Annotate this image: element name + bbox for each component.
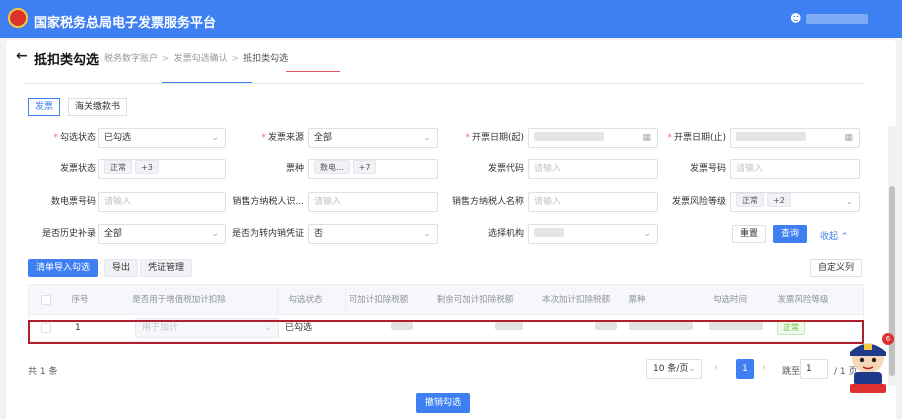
arrow-left-icon[interactable]: ← — [16, 48, 28, 64]
breadcrumb: 税务数字账户 > 发票勾选确认 > 抵扣类勾选 — [104, 54, 289, 64]
row-current-tax — [595, 315, 617, 341]
subtab-invoice[interactable]: 发票 — [28, 98, 61, 116]
history-supplement-label: 是否历史补录 — [41, 229, 96, 239]
e-invoice-number-input[interactable]: 请输入 — [98, 192, 226, 212]
e-invoice-number-label: 数电票号码 — [50, 197, 96, 207]
invoice-status-label: 发票状态 — [59, 164, 96, 174]
tab-active-underline — [162, 82, 252, 83]
revoke-check-button[interactable]: 撤销勾选 — [416, 393, 471, 413]
ticket-type-label: 票种 — [285, 164, 304, 174]
next-page-icon[interactable]: › — [762, 362, 766, 373]
issue-date-end-label: * 开票日期(止) — [667, 133, 726, 143]
invoice-code-label: 发票代码 — [487, 164, 524, 174]
history-supplement-select[interactable]: 全部 ⌄ — [98, 224, 226, 244]
tab-indicator — [286, 71, 340, 72]
page-title: 抵扣类勾选 — [34, 53, 100, 68]
col-header: 勾选时间 — [712, 295, 747, 305]
current-page[interactable]: 1 — [736, 359, 754, 379]
reset-button[interactable]: 重置 — [732, 225, 767, 243]
notification-badge: 6 — [882, 333, 894, 345]
calendar-icon: ▦ — [844, 133, 853, 143]
import-check-button[interactable]: 清单导入勾选 — [28, 259, 99, 277]
row-deductible-tax — [391, 315, 413, 341]
issue-date-start-picker[interactable]: ▦ — [528, 128, 658, 148]
transfer-voucher-label: 是否为转内销凭证 — [232, 229, 305, 239]
custom-columns-button[interactable]: 自定义列 — [810, 259, 863, 277]
query-button[interactable]: 查询 — [773, 225, 808, 243]
select-all-checkbox[interactable] — [41, 295, 51, 305]
section-tabs[interactable] — [24, 70, 864, 84]
org-label: 选择机构 — [487, 229, 524, 239]
row-remaining-tax — [495, 315, 523, 341]
user-name[interactable] — [806, 14, 868, 24]
col-header: 是否用于增值税加计扣除 — [132, 295, 226, 305]
goto-page-input[interactable]: 1 — [800, 359, 828, 379]
row-check-time — [709, 315, 763, 341]
ticket-type-select[interactable]: 数电... +7 — [308, 159, 438, 179]
seller-tax-id-input[interactable]: 请输入 — [308, 192, 438, 212]
breadcrumb-current: 抵扣类勾选 — [243, 54, 289, 64]
table-row[interactable]: 1 用于加计 ⌄ 已勾选 正常 — [29, 315, 863, 342]
goto-label: 跳至 — [782, 367, 801, 377]
user-icon[interactable]: ☻ — [790, 12, 801, 25]
table-header: 序号 是否用于增值税加计扣除 勾选状态 可加计扣除税额 剩余可加计扣除税额 本次… — [29, 285, 863, 315]
page-size-select[interactable]: 10 条/页 ⌄ — [646, 359, 702, 379]
row-ticket-type — [629, 315, 693, 341]
row-risk-level: 正常 — [777, 315, 805, 341]
tax-emblem-logo — [8, 8, 28, 28]
main-panel: ← 抵扣类勾选 税务数字账户 > 发票勾选确认 > 抵扣类勾选 发票 海关缴款书 * 勾选… — [6, 40, 896, 419]
org-select[interactable]: ⌄ — [528, 224, 658, 244]
row-index: 1 — [75, 323, 81, 333]
col-header: 可加计扣除税额 — [345, 285, 411, 315]
risk-level-select[interactable]: 正常 +2 ⌄ — [730, 192, 860, 212]
prev-page-icon[interactable]: ‹ — [714, 362, 718, 373]
invoice-number-label: 发票号码 — [689, 164, 726, 174]
row-checkbox[interactable] — [41, 323, 51, 333]
invoice-number-input[interactable]: 请输入 — [730, 159, 860, 179]
issue-date-end-picker[interactable]: ▦ — [730, 128, 860, 148]
check-status-select[interactable]: 已勾选 ⌄ — [98, 128, 226, 148]
col-header: 发票风险等级 — [777, 295, 829, 305]
breadcrumb-item[interactable]: 税务数字账户 — [104, 54, 158, 64]
breadcrumb-item[interactable]: 发票勾选确认 — [174, 54, 228, 64]
issue-date-start-label: * 开票日期(起) — [465, 133, 524, 143]
app-title: 国家税务总局电子发票服务平台 — [34, 16, 217, 31]
col-header: 剩余可加计扣除税额 — [436, 295, 514, 305]
invoice-status-select[interactable]: 正常 +3 — [98, 159, 226, 179]
export-button[interactable]: 导出 — [104, 259, 139, 277]
total-count: 共 1 条 — [28, 367, 58, 377]
seller-name-input[interactable]: 请输入 — [528, 192, 658, 212]
voucher-mgmt-button[interactable]: 凭证管理 — [140, 259, 193, 277]
col-header: 票种 — [628, 295, 646, 305]
chevron-up-icon: ⌃ — [840, 232, 849, 242]
invoice-source-label: * 发票来源 — [261, 133, 304, 143]
row-check-status: 已勾选 — [285, 323, 313, 333]
usage-select[interactable]: 用于加计 ⌄ — [135, 318, 279, 338]
top-bar: 国家税务总局电子发票服务平台 ☻ — [0, 0, 902, 38]
col-header: 本次加计扣除税额 — [541, 295, 610, 305]
subtab-customs[interactable]: 海关缴款书 — [68, 98, 128, 116]
assistant-mascot-icon[interactable] — [846, 338, 890, 394]
transfer-voucher-select[interactable]: 否 ⌄ — [308, 224, 438, 244]
check-status-label: * 勾选状态 — [53, 133, 96, 143]
col-header: 勾选状态 — [277, 285, 333, 315]
seller-name-label: 销售方纳税人名称 — [451, 197, 524, 207]
seller-tax-id-label: 销售方纳税人识... — [232, 197, 304, 207]
invoice-table: 序号 是否用于增值税加计扣除 勾选状态 可加计扣除税额 剩余可加计扣除税额 本次… — [28, 284, 864, 342]
invoice-code-input[interactable]: 请输入 — [528, 159, 658, 179]
risk-level-label: 发票风险等级 — [671, 197, 726, 207]
invoice-source-select[interactable]: 全部 ⌄ — [308, 128, 438, 148]
col-header: 序号 — [71, 295, 89, 305]
collapse-link[interactable]: 收起 ⌃ — [820, 229, 848, 242]
